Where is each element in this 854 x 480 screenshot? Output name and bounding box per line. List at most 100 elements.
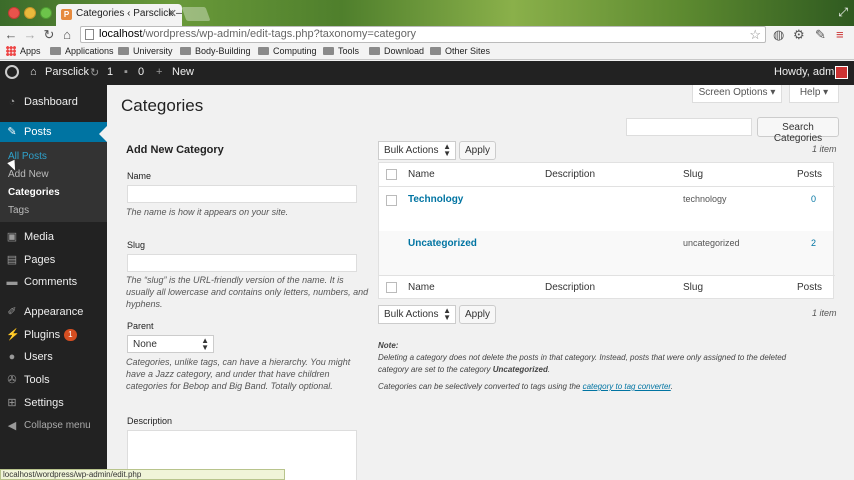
folder-icon — [118, 47, 129, 55]
wordpress-logo-icon[interactable] — [5, 65, 19, 79]
category-name-link[interactable]: Uncategorized — [408, 238, 477, 249]
menu-label: Pages — [24, 254, 56, 266]
extension-gear-icon[interactable]: ⚙ — [793, 27, 805, 43]
bulk-actions-select-top[interactable]: Bulk Actions ▲ ▼ — [378, 141, 456, 160]
slug-input[interactable] — [127, 254, 357, 272]
comments-icon[interactable]: ▪ — [124, 66, 128, 78]
category-name-link[interactable]: Technology — [408, 194, 463, 205]
menu-appearance[interactable]: ✐ Appearance — [0, 302, 107, 322]
menu-media[interactable]: ▣ Media — [0, 227, 107, 247]
address-bar[interactable]: localhost/wordpress/wp-admin/edit-tags.p… — [80, 26, 766, 43]
select-all-checkbox[interactable] — [386, 169, 397, 180]
bookmark-folder-tools[interactable]: Tools — [323, 46, 359, 56]
bulk-actions-label: Bulk Actions — [384, 309, 439, 320]
menu-dashboard[interactable]: ◔ Dashboard — [0, 92, 107, 112]
bookmark-star-icon[interactable]: ☆ — [749, 27, 761, 43]
bookmark-folder-university[interactable]: University — [118, 46, 173, 56]
search-input[interactable] — [626, 118, 752, 136]
help-button[interactable]: Help ▾ — [789, 85, 839, 103]
bookmark-folder-download[interactable]: Download — [369, 46, 424, 56]
browser-toolbar: ← → ↻ ⌂ localhost/wordpress/wp-admin/edi… — [0, 26, 854, 44]
plus-icon[interactable]: + — [156, 66, 162, 78]
extension-tools-icon[interactable]: ✎ — [815, 27, 826, 43]
tab-close-icon[interactable]: ✕ — [168, 7, 177, 20]
row-checkbox[interactable] — [386, 195, 397, 206]
apps-grid-icon — [6, 46, 16, 56]
media-icon: ▣ — [6, 231, 18, 243]
submenu-tags[interactable]: Tags — [8, 205, 29, 216]
menu-settings[interactable]: ⊞ Settings — [0, 393, 107, 413]
avatar[interactable] — [835, 66, 848, 79]
screen-options-button[interactable]: Screen Options ▾ — [692, 85, 782, 103]
new-tab-button[interactable] — [181, 7, 211, 21]
column-posts-footer[interactable]: Posts — [797, 282, 822, 293]
back-arrow-icon[interactable]: ← — [3, 27, 19, 42]
browser-tab[interactable]: P Categories ‹ Parsclick — W ✕ — [56, 4, 182, 26]
bookmark-folder-body-building[interactable]: Body-Building — [180, 46, 251, 56]
fullscreen-icon[interactable]: ⤢ — [838, 5, 848, 20]
new-content-link[interactable]: New — [172, 66, 194, 78]
note-heading: Note: — [378, 340, 818, 352]
menu-label: Comments — [24, 276, 78, 288]
current-menu-arrow — [99, 126, 107, 142]
search-categories-button[interactable]: Search Categories — [757, 117, 839, 144]
table-footer: Name Description Slug Posts — [379, 275, 835, 299]
site-name-link[interactable]: Parsclick — [45, 66, 89, 78]
select-all-checkbox-footer[interactable] — [386, 282, 397, 293]
category-slug: uncategorized — [683, 238, 740, 248]
bookmark-apps[interactable]: Apps — [6, 46, 41, 56]
wp-admin-bar: ⌂ Parsclick ↻ 1 ▪ 0 + New Howdy, admin — [0, 61, 854, 85]
category-post-count[interactable]: 0 — [811, 194, 816, 204]
category-to-tag-converter-link[interactable]: category to tag converter — [583, 382, 671, 391]
browser-titlebar: P Categories ‹ Parsclick — W ✕ ⤢ — [0, 0, 854, 26]
bulk-actions-select-bottom[interactable]: Bulk Actions ▲ ▼ — [378, 305, 456, 324]
dashboard-icon: ◔ — [8, 96, 16, 108]
updates-icon[interactable]: ↻ — [90, 66, 99, 79]
window-close-button[interactable] — [8, 7, 20, 19]
menu-tools[interactable]: ✇ Tools — [0, 370, 107, 390]
submenu-categories[interactable]: Categories — [8, 187, 60, 198]
extension-globe-icon[interactable]: ◍ — [773, 27, 784, 43]
howdy-user-link[interactable]: Howdy, admin — [774, 66, 843, 78]
admin-sidebar: ◔ Dashboard ✎ Posts All Posts Add New Ca… — [0, 85, 107, 480]
bookmark-folder-applications[interactable]: Applications — [50, 46, 114, 56]
column-name-footer[interactable]: Name — [408, 282, 435, 293]
apply-button-top[interactable]: Apply — [459, 141, 496, 160]
parent-select-value: None — [133, 339, 157, 350]
menu-plugins[interactable]: ⚡ Plugins 1 — [0, 325, 107, 345]
item-count-top: 1 item — [812, 144, 837, 154]
bookmark-label: Other Sites — [445, 46, 491, 56]
menu-comments[interactable]: ▬ Comments — [0, 272, 107, 292]
column-slug-header[interactable]: Slug — [683, 169, 703, 180]
column-name-header[interactable]: Name — [408, 169, 435, 180]
parent-select[interactable]: None ▲ ▼ — [127, 335, 214, 353]
category-post-count[interactable]: 2 — [811, 238, 816, 248]
bookmark-folder-computing[interactable]: Computing — [258, 46, 317, 56]
reload-icon[interactable]: ↻ — [41, 27, 57, 43]
pages-icon: ▤ — [6, 254, 18, 266]
comments-count[interactable]: 0 — [138, 66, 144, 78]
note-text: Categories can be selectively converted … — [378, 382, 583, 391]
column-description-header[interactable]: Description — [545, 169, 595, 180]
window-minimize-button[interactable] — [24, 7, 36, 19]
bookmark-label: Applications — [65, 46, 114, 56]
column-posts-header[interactable]: Posts — [797, 169, 822, 180]
forward-arrow-icon[interactable]: → — [22, 27, 38, 42]
window-maximize-button[interactable] — [40, 7, 52, 19]
menu-users[interactable]: ● Users — [0, 347, 107, 367]
note-text: . — [670, 382, 673, 391]
menu-posts[interactable]: ✎ Posts — [0, 122, 107, 142]
name-input[interactable] — [127, 185, 357, 203]
chrome-menu-icon[interactable]: ≡ — [836, 27, 844, 42]
settings-icon: ⊞ — [7, 397, 17, 409]
apply-button-bottom[interactable]: Apply — [459, 305, 496, 324]
item-count-bottom: 1 item — [812, 308, 837, 318]
home-icon[interactable]: ⌂ — [59, 27, 75, 42]
bookmark-folder-other-sites[interactable]: Other Sites — [430, 46, 490, 56]
column-description-footer[interactable]: Description — [545, 282, 595, 293]
menu-pages[interactable]: ▤ Pages — [0, 250, 107, 270]
column-slug-footer[interactable]: Slug — [683, 282, 703, 293]
updates-count[interactable]: 1 — [107, 66, 113, 78]
collapse-menu-button[interactable]: ◀ Collapse menu — [0, 416, 107, 436]
page-icon — [85, 29, 94, 40]
